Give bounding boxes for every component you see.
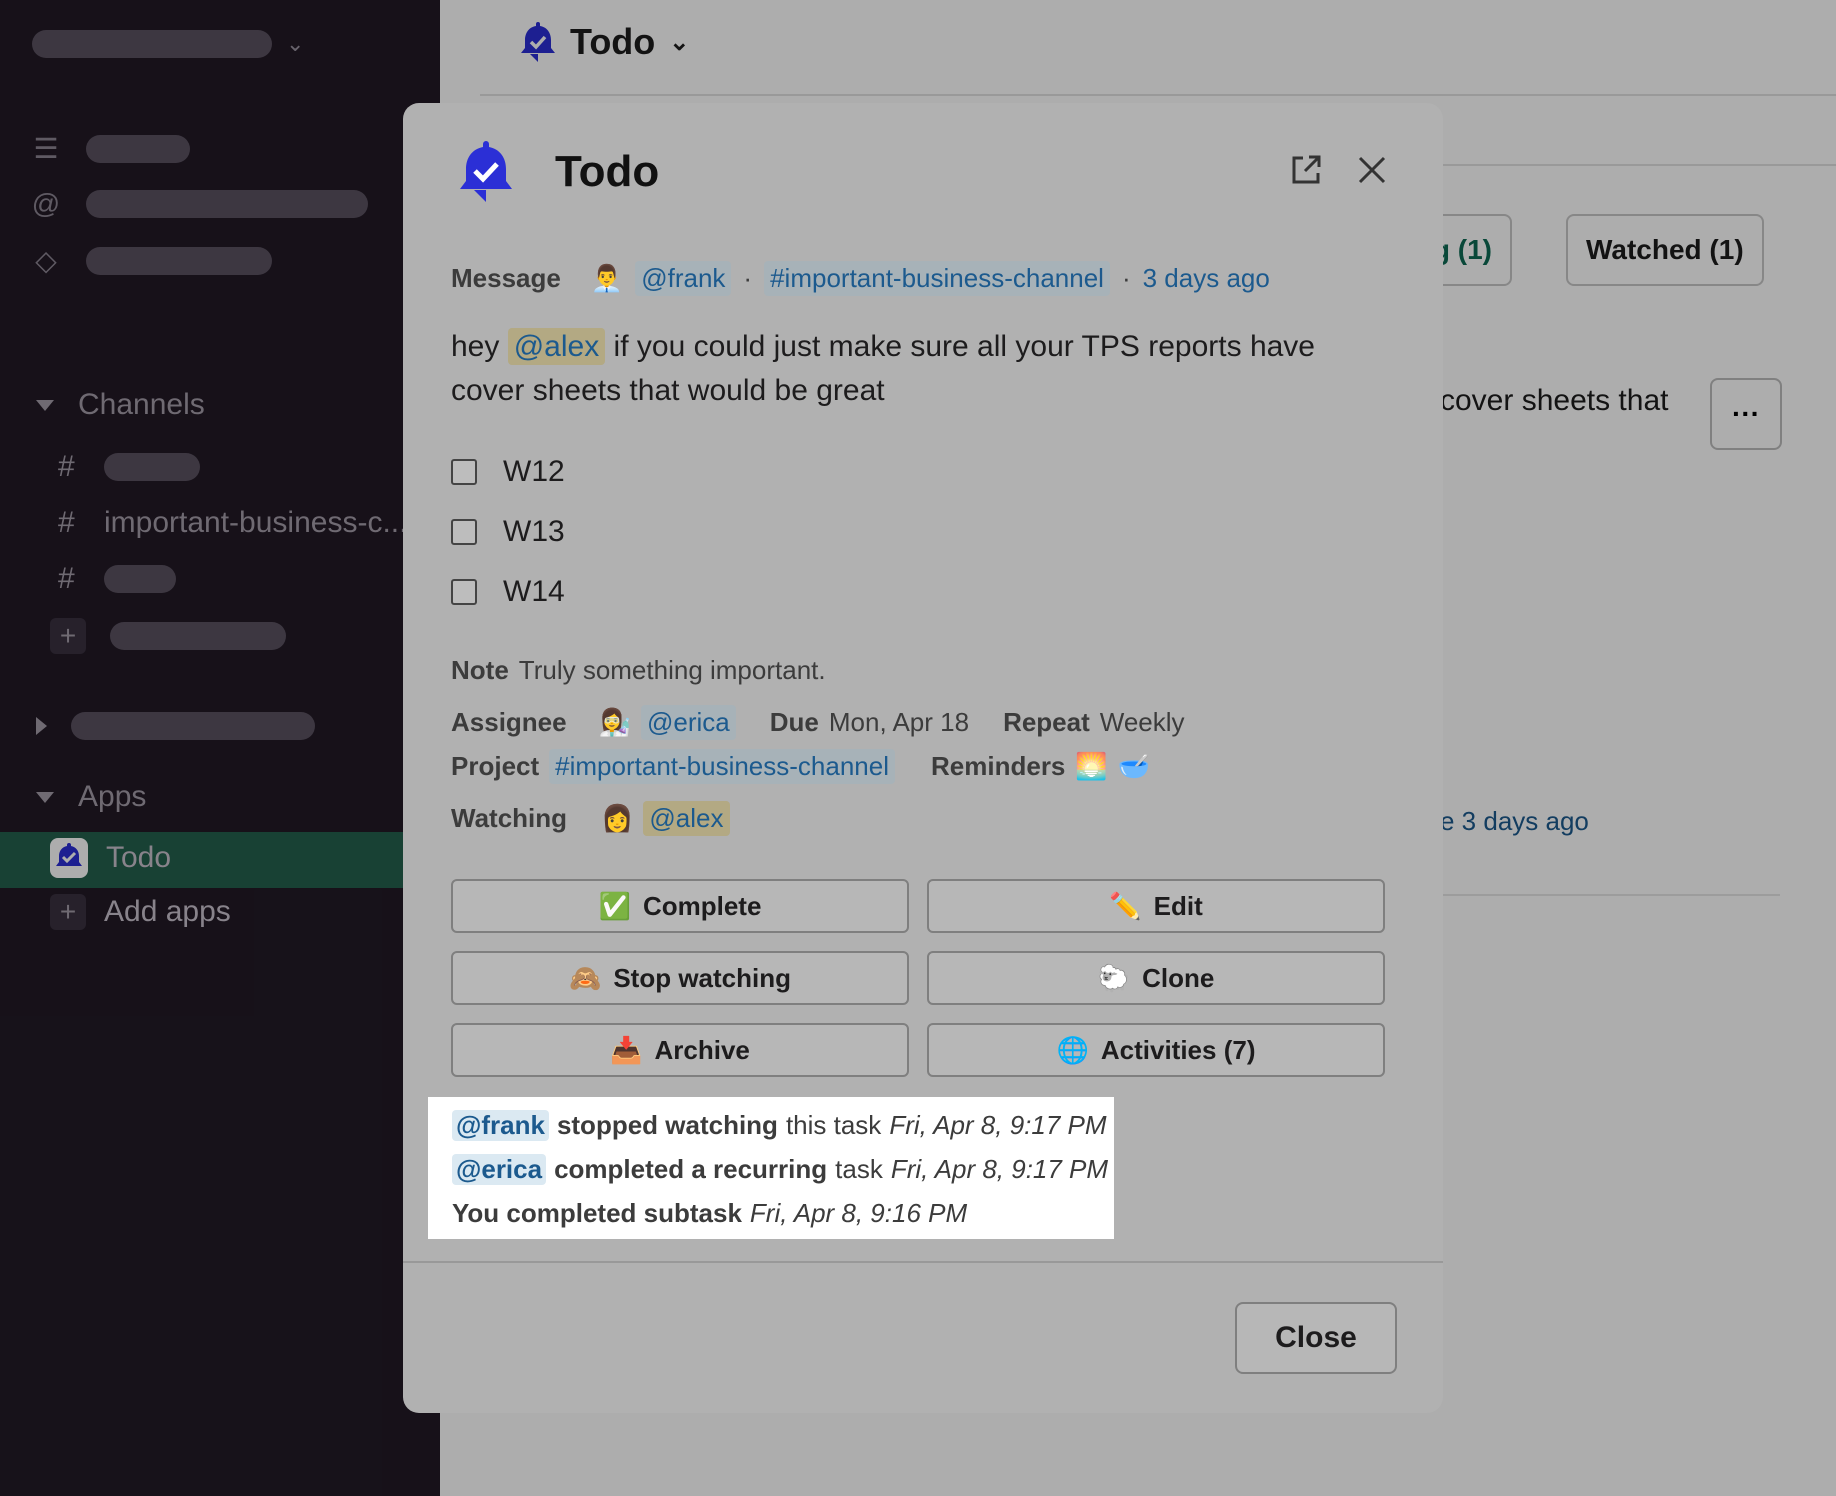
see-no-evil-monkey-icon: 🙈 <box>568 962 602 993</box>
watcher-mention[interactable]: @alex <box>643 801 730 836</box>
sheep-icon: 🐑 <box>1097 962 1131 993</box>
activity-time: Fri, Apr 8, 9:17 PM <box>890 1153 1109 1184</box>
watching-row: Watching 👩 @alex <box>451 801 730 836</box>
activity-action: completed a recurring <box>554 1153 828 1184</box>
footer-divider <box>403 1261 1443 1263</box>
activity-item: @frank stopped watching this task Fri, A… <box>452 1103 1114 1147</box>
activity-item: @erica completed a recurring task Fri, A… <box>452 1147 1114 1191</box>
button-label: Stop watching <box>613 962 792 993</box>
subtask-label: W12 <box>503 455 565 488</box>
subtask-item[interactable]: W14 <box>451 575 565 609</box>
avatar: 👩 <box>601 803 634 833</box>
stop-watching-button[interactable]: 🙈 Stop watching <box>451 951 909 1005</box>
message-meta: Message 👨‍💼 @frank · #important-business… <box>451 261 1270 296</box>
button-label: Complete <box>642 890 762 921</box>
activity-action: stopped watching <box>556 1109 778 1140</box>
project-row: Project #important-business-channel Remi… <box>451 749 1150 784</box>
button-label: Clone <box>1142 962 1215 993</box>
activity-item: You completed subtask Fri, Apr 8, 9:16 P… <box>452 1191 1114 1235</box>
close-icon[interactable] <box>1357 155 1387 190</box>
modal-title: Todo <box>555 147 660 196</box>
activity-action: You completed subtask <box>452 1197 742 1228</box>
subtask-item[interactable]: W13 <box>451 515 565 549</box>
assignee-row: Assignee 👩‍🔬 @erica Due Mon, Apr 18 Repe… <box>451 705 1185 740</box>
avatar: 👩‍🔬 <box>598 707 631 737</box>
repeat-value: Weekly <box>1099 707 1185 737</box>
clone-button[interactable]: 🐑 Clone <box>927 951 1385 1005</box>
assignee-label: Assignee <box>451 707 567 737</box>
assignee-mention[interactable]: @erica <box>640 705 736 740</box>
separator: · <box>1121 263 1131 293</box>
avatar: 👨‍💼 <box>590 263 624 293</box>
separator: · <box>743 263 753 293</box>
globe-icon: 🌐 <box>1056 1034 1089 1065</box>
repeat-label: Repeat <box>1003 707 1090 737</box>
activity-mention[interactable]: @frank <box>452 1109 549 1141</box>
body-text: hey <box>451 330 500 363</box>
button-label: Archive <box>654 1034 750 1065</box>
message-body: hey @alex if you could just make sure al… <box>451 325 1381 413</box>
pencil-icon: ✏️ <box>1109 890 1142 921</box>
due-label: Due <box>769 707 819 737</box>
external-link-icon[interactable] <box>1289 153 1323 192</box>
bell-check-icon <box>458 138 514 211</box>
edit-button[interactable]: ✏️ Edit <box>927 879 1385 933</box>
message-label: Message <box>451 263 561 293</box>
close-button[interactable]: Close <box>1235 1302 1397 1374</box>
activity-log: @frank stopped watching this task Fri, A… <box>428 1097 1114 1239</box>
activity-rest: task <box>835 1153 883 1184</box>
project-link[interactable]: #important-business-channel <box>549 749 896 784</box>
channel-link[interactable]: #important-business-channel <box>764 261 1110 296</box>
archive-button[interactable]: 📥 Archive <box>451 1023 909 1077</box>
todo-modal: Todo Message 👨‍💼 @frank · #important-bus… <box>403 103 1443 1413</box>
due-value: Mon, Apr 18 <box>828 707 970 737</box>
button-label: Activities (7) <box>1100 1034 1256 1065</box>
subtask-label: W13 <box>503 515 565 548</box>
button-label: Edit <box>1153 890 1203 921</box>
checkbox[interactable] <box>451 579 477 605</box>
bowl-icon: 🥣 <box>1117 751 1151 781</box>
time-ago-link[interactable]: 3 days ago <box>1143 263 1270 294</box>
author-mention[interactable]: @frank <box>635 261 732 296</box>
note-label: Note <box>451 655 509 685</box>
checkbox[interactable] <box>451 519 477 545</box>
note-value: Truly something important. <box>518 655 826 685</box>
project-label: Project <box>451 751 540 781</box>
subtask-label: W14 <box>503 575 565 608</box>
activity-time: Fri, Apr 8, 9:16 PM <box>749 1197 968 1228</box>
reminders-label: Reminders <box>931 751 1066 781</box>
watching-label: Watching <box>451 803 568 833</box>
activity-rest: this task <box>785 1109 882 1140</box>
activity-time: Fri, Apr 8, 9:17 PM <box>889 1109 1107 1140</box>
subtask-item[interactable]: W12 <box>451 455 565 489</box>
check-mark-icon: ✅ <box>598 890 631 921</box>
alex-mention[interactable]: @alex <box>507 328 606 365</box>
complete-button[interactable]: ✅ Complete <box>451 879 909 933</box>
sunrise-icon: 🌅 <box>1075 751 1108 781</box>
activities-button[interactable]: 🌐 Activities (7) <box>927 1023 1385 1077</box>
checkbox[interactable] <box>451 459 477 485</box>
note-row: Note Truly something important. <box>451 655 826 686</box>
inbox-tray-icon: 📥 <box>610 1034 643 1065</box>
activity-mention[interactable]: @erica <box>452 1153 547 1185</box>
